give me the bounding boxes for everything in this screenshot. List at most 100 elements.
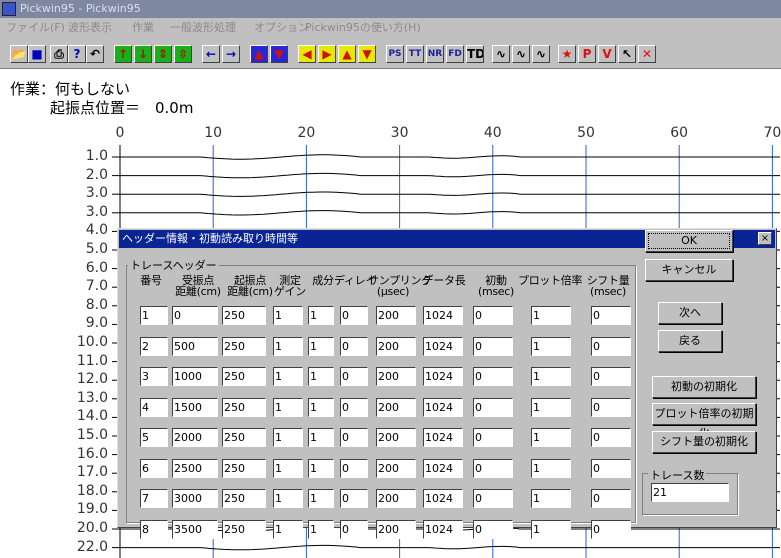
- table-cell[interactable]: 1: [308, 489, 334, 508]
- table-cell[interactable]: 0: [340, 428, 368, 447]
- table-cell[interactable]: 1: [273, 489, 303, 508]
- table-cell[interactable]: 8: [140, 519, 168, 539]
- table-cell[interactable]: 2000: [172, 428, 218, 447]
- init-shift-button[interactable]: シフト量の初期化: [652, 431, 756, 453]
- table-cell[interactable]: 4: [140, 397, 168, 417]
- next-button[interactable]: 次へ: [658, 302, 722, 324]
- table-cell[interactable]: 0: [591, 397, 631, 417]
- table-cell[interactable]: 0: [340, 458, 368, 478]
- table-cell[interactable]: 0: [473, 306, 513, 325]
- table-cell[interactable]: 250: [222, 428, 266, 447]
- y-tick-label: 20.0: [76, 520, 108, 536]
- table-cell[interactable]: 1: [308, 458, 334, 478]
- table-cell[interactable]: 1: [273, 458, 303, 478]
- table-cell[interactable]: 1: [531, 367, 571, 386]
- table-cell[interactable]: 1: [273, 397, 303, 417]
- table-cell[interactable]: 0: [340, 519, 368, 539]
- table-cell[interactable]: 250: [222, 489, 266, 508]
- table-cell[interactable]: 1: [531, 428, 571, 447]
- table-cell[interactable]: 1: [308, 519, 334, 539]
- table-cell[interactable]: 0: [473, 336, 513, 356]
- table-cell[interactable]: 2500: [172, 458, 218, 478]
- table-cell[interactable]: 1000: [172, 367, 218, 386]
- table-cell[interactable]: 200: [376, 428, 416, 447]
- table-cell[interactable]: 1: [273, 428, 303, 447]
- table-cell[interactable]: 3000: [172, 489, 218, 508]
- table-cell[interactable]: 1: [308, 367, 334, 386]
- table-cell[interactable]: 0: [473, 458, 513, 478]
- table-cell[interactable]: 1: [273, 306, 303, 325]
- table-cell[interactable]: 1: [273, 519, 303, 539]
- table-cell[interactable]: 0: [340, 397, 368, 417]
- trace-count-field[interactable]: 21: [651, 483, 729, 502]
- table-cell[interactable]: 200: [376, 489, 416, 508]
- table-cell[interactable]: 0: [591, 428, 631, 447]
- table-cell[interactable]: 1: [308, 306, 334, 325]
- table-cell[interactable]: 200: [376, 458, 416, 478]
- table-cell[interactable]: 1: [140, 306, 168, 325]
- table-cell[interactable]: 250: [222, 306, 266, 325]
- table-cell[interactable]: 0: [340, 306, 368, 325]
- table-cell[interactable]: 3: [140, 367, 168, 386]
- table-cell[interactable]: 500: [172, 336, 218, 356]
- table-cell[interactable]: 200: [376, 306, 416, 325]
- table-cell[interactable]: 0: [473, 519, 513, 539]
- table-cell[interactable]: 3500: [172, 519, 218, 539]
- table-cell[interactable]: 0: [591, 336, 631, 356]
- init-plot-scale-button[interactable]: プロット倍率の初期化: [652, 403, 756, 440]
- table-cell[interactable]: 1: [531, 336, 571, 356]
- table-cell[interactable]: 2: [140, 336, 168, 356]
- table-cell[interactable]: 1: [308, 336, 334, 356]
- table-cell[interactable]: 200: [376, 397, 416, 417]
- table-cell[interactable]: 0: [591, 306, 631, 325]
- column-header: シフト量 (msec): [586, 274, 630, 298]
- table-cell[interactable]: 1: [273, 336, 303, 356]
- table-cell[interactable]: 1: [308, 397, 334, 417]
- table-cell[interactable]: 1: [531, 519, 571, 539]
- table-cell[interactable]: 0: [340, 336, 368, 356]
- table-cell[interactable]: 250: [222, 336, 266, 356]
- table-cell[interactable]: 250: [222, 519, 266, 539]
- back-button[interactable]: 戻る: [658, 330, 722, 352]
- table-cell[interactable]: 0: [591, 489, 631, 508]
- table-cell[interactable]: 5: [140, 428, 168, 447]
- table-cell[interactable]: 0: [473, 397, 513, 417]
- table-cell[interactable]: 1: [531, 397, 571, 417]
- table-cell[interactable]: 1: [531, 489, 571, 508]
- table-cell[interactable]: 1500: [172, 397, 218, 417]
- table-cell[interactable]: 1: [273, 367, 303, 386]
- table-cell[interactable]: 1024: [423, 336, 463, 356]
- table-cell[interactable]: 0: [473, 428, 513, 447]
- table-cell[interactable]: 250: [222, 397, 266, 417]
- table-cell[interactable]: 1: [531, 458, 571, 478]
- table-cell[interactable]: 200: [376, 519, 416, 539]
- table-cell[interactable]: 6: [140, 458, 168, 478]
- table-cell[interactable]: 1: [531, 306, 571, 325]
- table-cell[interactable]: 250: [222, 367, 266, 386]
- x-tick-label: 60: [670, 125, 689, 141]
- init-first-arrival-button[interactable]: 初動の初期化: [652, 376, 756, 398]
- table-cell[interactable]: 250: [222, 458, 266, 478]
- table-cell[interactable]: 0: [473, 367, 513, 386]
- table-cell[interactable]: 1024: [423, 306, 463, 325]
- table-cell[interactable]: 0: [473, 489, 513, 508]
- table-cell[interactable]: 0: [591, 367, 631, 386]
- table-cell[interactable]: 200: [376, 367, 416, 386]
- table-cell[interactable]: 1024: [423, 367, 463, 386]
- close-icon[interactable]: ×: [758, 232, 772, 245]
- ok-button[interactable]: OK: [645, 230, 733, 252]
- table-cell[interactable]: 0: [591, 458, 631, 478]
- table-cell[interactable]: 200: [376, 336, 416, 356]
- table-cell[interactable]: 1024: [423, 489, 463, 508]
- table-cell[interactable]: 1: [308, 428, 334, 447]
- table-cell[interactable]: 0: [172, 306, 218, 325]
- table-cell[interactable]: 1024: [423, 519, 463, 539]
- table-cell[interactable]: 0: [340, 367, 368, 386]
- cancel-button[interactable]: キャンセル: [645, 259, 733, 281]
- table-cell[interactable]: 1024: [423, 428, 463, 447]
- table-cell[interactable]: 0: [340, 489, 368, 508]
- table-cell[interactable]: 1024: [423, 397, 463, 417]
- table-cell[interactable]: 7: [140, 489, 168, 508]
- table-cell[interactable]: 0: [591, 519, 631, 539]
- table-cell[interactable]: 1024: [423, 458, 463, 478]
